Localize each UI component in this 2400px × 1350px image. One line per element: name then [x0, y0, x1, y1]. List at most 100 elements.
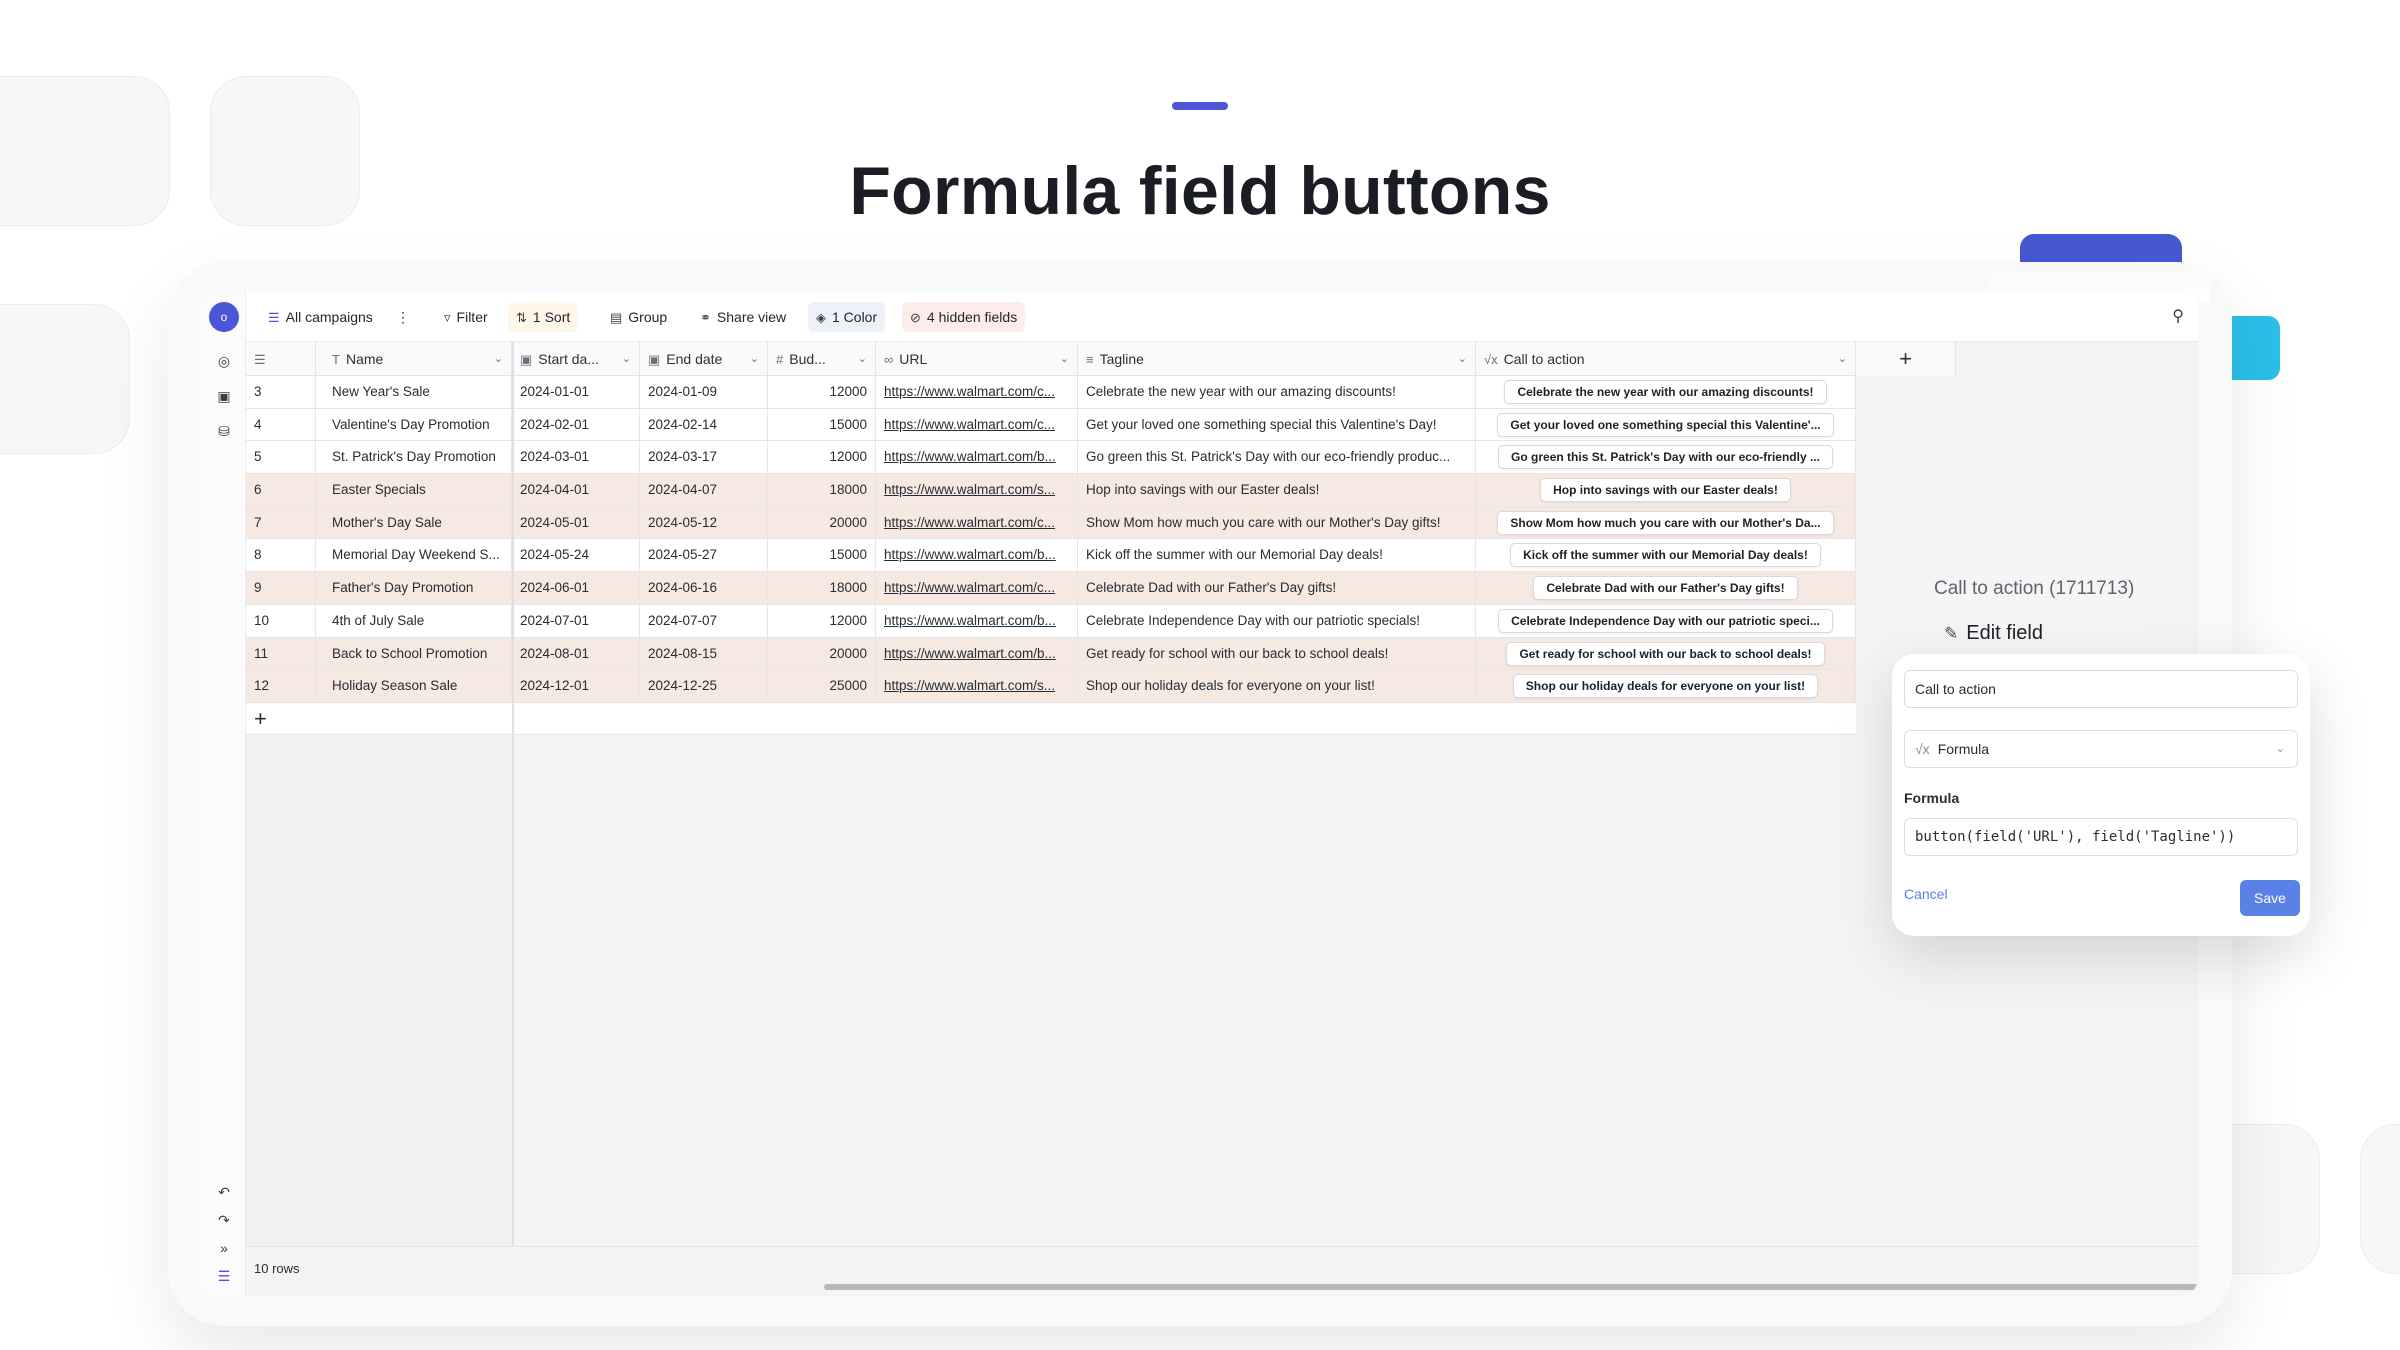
horizontal-scrollbar[interactable] [824, 1284, 2198, 1290]
add-column-button[interactable]: + [1856, 342, 1956, 376]
url-link[interactable]: https://www.walmart.com/b... [876, 539, 1078, 572]
end-date-cell: 2024-08-15 [640, 637, 768, 670]
view-more-button[interactable]: ⋮ [388, 302, 418, 332]
end-date-cell: 2024-04-07 [640, 474, 768, 507]
left-nav: o ◎ ▣ ⛁ ↶ ↷ » ☰ [202, 292, 246, 1296]
table-row[interactable]: 5 St. Patrick's Day Promotion 2024-03-01 20… [246, 441, 1856, 475]
share-view-button[interactable]: ⚭ Share view [692, 302, 794, 332]
table-row[interactable]: 3 New Year's Sale 2024-01-01 2024-01-09 1200… [246, 376, 1856, 409]
field-type-select[interactable]: √x Formula ⌄ [1904, 730, 2298, 768]
url-link[interactable]: https://www.walmart.com/c... [876, 408, 1078, 441]
tagline-cell: Kick off the summer with our Memorial Da… [1078, 539, 1476, 572]
budget-cell: 25000 [768, 670, 876, 703]
field-name-input[interactable]: Call to action [1904, 670, 2298, 708]
row-number: 9 [246, 572, 316, 605]
url-link[interactable]: https://www.walmart.com/s... [876, 474, 1078, 507]
cta-button[interactable]: Celebrate Independence Day with our patr… [1498, 608, 1833, 633]
url-link[interactable]: https://www.walmart.com/b... [876, 637, 1078, 670]
column-label: Call to action [1503, 351, 1585, 367]
redo-icon[interactable]: ↷ [214, 1210, 234, 1230]
table-row[interactable]: 4 Valentine's Day Promotion 2024-02-01 2024… [246, 408, 1856, 442]
paint-icon: ◈ [816, 310, 826, 325]
name-cell: St. Patrick's Day Promotion [316, 441, 512, 474]
name-cell: 4th of July Sale [316, 604, 512, 637]
table-row[interactable]: 10 4th of July Sale 2024-07-01 2024-07-07 12… [246, 604, 1856, 638]
formula-icon: √x [1915, 741, 1930, 757]
name-cell: Memorial Day Weekend S... [316, 539, 512, 572]
start-date-cell: 2024-08-01 [512, 637, 640, 670]
add-row-button[interactable]: + [246, 702, 1856, 735]
workspace-avatar[interactable]: o [209, 302, 239, 332]
column-label: Start da... [538, 351, 599, 367]
cancel-button[interactable]: Cancel [1904, 886, 1948, 902]
color-button[interactable]: ◈ 1 Color [808, 302, 886, 332]
row-number: 4 [246, 408, 316, 441]
cta-button[interactable]: Show Mom how much you care with our Moth… [1497, 510, 1834, 535]
row-number-header[interactable]: ☰ [246, 342, 316, 376]
tagline-cell: Get ready for school with our back to sc… [1078, 637, 1476, 670]
edit-field-item[interactable]: ✎ Edit field [1944, 622, 2043, 645]
chevron-down-icon: ⌄ [493, 353, 503, 365]
stage: Formula field buttons o ◎ ▣ ⛁ ↶ ↷ » ☰ ☰ A… [0, 0, 2400, 1350]
table-row[interactable]: 6 Easter Specials 2024-04-01 2024-04-07 1800… [246, 474, 1856, 507]
column-header-budget[interactable]: # Bud... ⌄ [768, 342, 876, 376]
filter-button[interactable]: ▿ Filter [436, 302, 496, 332]
document-icon[interactable]: ▣ [214, 386, 234, 406]
table-row[interactable]: 8 Memorial Day Weekend S... 2024-05-24 2024… [246, 539, 1856, 573]
cta-button[interactable]: Celebrate Dad with our Father's Day gift… [1533, 576, 1798, 601]
cta-button[interactable]: Get ready for school with our back to sc… [1506, 641, 1825, 666]
undo-icon[interactable]: ↶ [214, 1182, 234, 1202]
cta-button[interactable]: Shop our holiday deals for everyone on y… [1512, 674, 1819, 699]
title-accent-line [1172, 102, 1228, 110]
table-row[interactable]: 11 Back to School Promotion 2024-08-01 2024… [246, 637, 1856, 671]
frozen-divider [512, 342, 514, 1296]
formula-input[interactable]: button(field('URL'), field('Tagline')) [1904, 818, 2298, 856]
hidden-fields-button[interactable]: ⊘ 4 hidden fields [902, 302, 1026, 332]
cta-button[interactable]: Get your loved one something special thi… [1497, 412, 1834, 437]
column-header-url[interactable]: ∞ URL ⌄ [876, 342, 1078, 376]
formula-label: Formula [1904, 790, 1960, 806]
url-link[interactable]: https://www.walmart.com/c... [876, 572, 1078, 605]
end-date-cell: 2024-12-25 [640, 670, 768, 703]
budget-cell: 15000 [768, 408, 876, 441]
url-link[interactable]: https://www.walmart.com/b... [876, 604, 1078, 637]
table-row[interactable]: 12 Holiday Season Sale 2024-12-01 2024-12-2… [246, 670, 1856, 703]
save-button[interactable]: Save [2240, 880, 2300, 916]
start-date-cell: 2024-12-01 [512, 670, 640, 703]
cta-button[interactable]: Hop into savings with our Easter deals! [1540, 478, 1791, 503]
column-header-cta[interactable]: √x Call to action ⌄ [1476, 342, 1856, 376]
column-header-start[interactable]: ▣ Start da... ⌄ [512, 342, 640, 376]
group-icon: ▤ [610, 310, 623, 325]
url-link[interactable]: https://www.walmart.com/s... [876, 670, 1078, 703]
search-icon[interactable]: ⚲ [2172, 306, 2184, 326]
start-date-cell: 2024-01-01 [512, 376, 640, 408]
cta-cell: Celebrate Independence Day with our patr… [1476, 604, 1856, 637]
column-header-tagline[interactable]: ≡ Tagline ⌄ [1078, 342, 1476, 376]
url-link[interactable]: https://www.walmart.com/b... [876, 441, 1078, 474]
list-view-icon[interactable]: ☰ [214, 1266, 234, 1286]
tagline-cell: Celebrate Independence Day with our patr… [1078, 604, 1476, 637]
tagline-cell: Celebrate Dad with our Father's Day gift… [1078, 572, 1476, 605]
row-number: 7 [246, 506, 316, 539]
url-link[interactable]: https://www.walmart.com/c... [876, 506, 1078, 539]
table-row[interactable]: 7 Mother's Day Sale 2024-05-01 2024-05-12 20… [246, 506, 1856, 540]
cta-button[interactable]: Celebrate the new year with our amazing … [1504, 380, 1827, 404]
group-button[interactable]: ▤ Group [602, 302, 675, 332]
cta-button[interactable]: Go green this St. Patrick's Day with our… [1498, 445, 1833, 470]
sort-button[interactable]: ⇅ 1 Sort [508, 302, 579, 332]
globe-icon[interactable]: ◎ [214, 351, 234, 371]
calendar-icon: ▣ [520, 352, 533, 367]
view-toolbar: ☰ All campaigns ⋮ ▿ Filter ⇅ 1 Sort ▤ Group … [246, 292, 2198, 342]
column-label: End date [666, 351, 723, 367]
column-header-end[interactable]: ▣ End date ⌄ [640, 342, 768, 376]
expand-icon[interactable]: » [214, 1238, 234, 1258]
tagline-cell: Celebrate the new year with our amazing … [1078, 376, 1476, 408]
column-header-name[interactable]: T Name ⌄ [316, 342, 512, 376]
tagline-cell: Go green this St. Patrick's Day with our… [1078, 441, 1476, 474]
cta-button[interactable]: Kick off the summer with our Memorial Da… [1510, 543, 1821, 568]
name-cell: Mother's Day Sale [316, 506, 512, 539]
table-row[interactable]: 9 Father's Day Promotion 2024-06-01 2024-06… [246, 572, 1856, 605]
view-selector[interactable]: ☰ All campaigns [260, 302, 381, 332]
url-link[interactable]: https://www.walmart.com/c... [876, 376, 1078, 408]
database-icon[interactable]: ⛁ [214, 421, 234, 441]
